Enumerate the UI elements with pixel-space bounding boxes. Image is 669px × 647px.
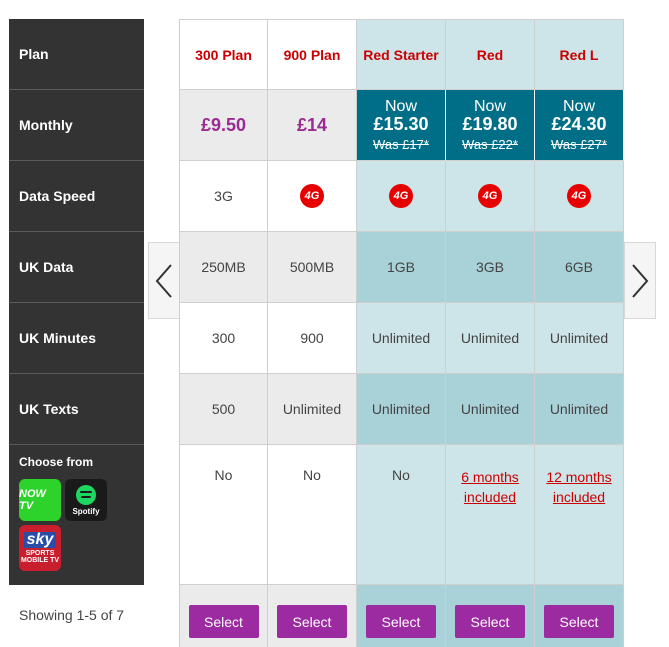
spotify-label: Spotify <box>72 506 100 516</box>
extras-line: included <box>552 489 606 506</box>
label-monthly: Monthly <box>9 90 144 161</box>
select-button[interactable]: Select <box>455 605 525 638</box>
plan-name: Red <box>476 46 504 63</box>
spotify-icon <box>76 484 96 505</box>
plan-name: 900 Plan <box>283 46 341 63</box>
was-price: Was £17* <box>373 137 429 153</box>
uk-data-cell: 1GB <box>357 232 446 303</box>
plan-name: Red Starter <box>363 46 439 63</box>
choose-from-text: Choose from <box>19 455 94 469</box>
extras-line: included <box>463 489 517 506</box>
select-button[interactable]: Select <box>277 605 347 638</box>
plan-name-cell: 900 Plan <box>268 19 357 90</box>
data-speed-cell: 4G <box>446 161 535 232</box>
label-plan: Plan <box>9 19 144 90</box>
extras-link[interactable]: 12 months included <box>546 467 611 508</box>
uk-minutes-cell: Unlimited <box>446 303 535 374</box>
spotify-logo: Spotify <box>65 479 107 521</box>
data-speed-cell: 4G <box>268 161 357 232</box>
extras-cell: No <box>268 445 357 585</box>
select-button[interactable]: Select <box>188 605 259 638</box>
now-label: Now <box>384 97 417 115</box>
app-logos: NOW TV Spotify sky SPORTS MOBILE TV <box>19 479 119 571</box>
uk-texts-cell: Unlimited <box>446 374 535 445</box>
now-tv-logo: NOW TV <box>19 479 61 521</box>
was-price: Was £22* <box>462 137 518 153</box>
uk-minutes-cell: Unlimited <box>535 303 624 374</box>
plan-name: Red L <box>559 46 599 63</box>
extras-cell: No <box>179 445 268 585</box>
data-speed-cell: 3G <box>179 161 268 232</box>
sky-sports-logo: sky SPORTS MOBILE TV <box>19 525 61 571</box>
select-cell: Select <box>446 585 535 647</box>
4g-badge-icon: 4G <box>300 184 324 208</box>
label-choose-from: Choose from NOW TV Spotify sky SPORTS MO… <box>9 445 144 585</box>
now-label: Now <box>562 97 595 115</box>
uk-data-cell: 3GB <box>446 232 535 303</box>
extras-cell: No <box>357 445 446 585</box>
data-speed-cell: 4G <box>535 161 624 232</box>
uk-data-cell: 250MB <box>179 232 268 303</box>
label-uk-minutes: UK Minutes <box>9 303 144 374</box>
extras-line: 6 months <box>461 469 519 485</box>
offer-price-cell: Now £19.80 Was £22* <box>446 90 535 161</box>
offer-price: £15.30 <box>373 114 429 135</box>
monthly-price: £9.50 <box>200 114 247 135</box>
4g-badge-icon: 4G <box>567 184 591 208</box>
uk-data-cell: 500MB <box>268 232 357 303</box>
uk-minutes-cell: 300 <box>179 303 268 374</box>
sky-sports-text: SPORTS <box>25 550 55 557</box>
plan-name-cell: Red <box>446 19 535 90</box>
select-button[interactable]: Select <box>544 605 614 638</box>
extras-line: 12 months <box>546 469 612 485</box>
uk-texts-cell: Unlimited <box>268 374 357 445</box>
next-arrow-button[interactable] <box>624 242 656 319</box>
offer-price: £19.80 <box>462 114 518 135</box>
uk-texts-cell: Unlimited <box>357 374 446 445</box>
extras-cell: 6 months included <box>446 445 535 585</box>
offer-price: £24.30 <box>551 114 607 135</box>
sky-mobile-text: MOBILE TV <box>20 557 60 564</box>
select-cell: Select <box>535 585 624 647</box>
was-price: Was £27* <box>551 137 607 153</box>
uk-minutes-cell: 900 <box>268 303 357 374</box>
sky-wordmark: sky <box>23 532 57 548</box>
data-speed-cell: 4G <box>357 161 446 232</box>
plan-name: 300 Plan <box>195 46 252 63</box>
offer-price-cell: Now £15.30 Was £17* <box>357 90 446 161</box>
prev-arrow-button[interactable] <box>148 242 180 319</box>
now-label: Now <box>473 97 506 115</box>
uk-texts-cell: 500 <box>179 374 268 445</box>
pagination-status: Showing 1-5 of 7 <box>19 607 125 623</box>
label-data-speed: Data Speed <box>9 161 144 232</box>
select-cell: Select <box>179 585 268 647</box>
price-cell: £14 <box>268 90 357 161</box>
uk-texts-cell: Unlimited <box>535 374 624 445</box>
monthly-price: £14 <box>296 114 328 135</box>
select-cell: Select <box>268 585 357 647</box>
label-uk-texts: UK Texts <box>9 374 144 445</box>
row-labels: Plan Monthly Data Speed UK Data UK Minut… <box>9 19 144 585</box>
plan-name-cell: Red L <box>535 19 624 90</box>
chevron-left-icon <box>155 263 172 298</box>
uk-minutes-cell: Unlimited <box>357 303 446 374</box>
select-button[interactable]: Select <box>366 605 436 638</box>
plans-comparison-table: 300 Plan 900 Plan Red Starter Red Red L … <box>179 19 624 647</box>
4g-badge-icon: 4G <box>389 184 413 208</box>
select-cell: Select <box>357 585 446 647</box>
offer-price-cell: Now £24.30 Was £27* <box>535 90 624 161</box>
plan-name-cell: 300 Plan <box>179 19 268 90</box>
uk-data-cell: 6GB <box>535 232 624 303</box>
price-cell: £9.50 <box>179 90 268 161</box>
chevron-right-icon <box>632 263 649 298</box>
extras-link[interactable]: 6 months included <box>461 467 519 508</box>
extras-cell: 12 months included <box>535 445 624 585</box>
label-uk-data: UK Data <box>9 232 144 303</box>
4g-badge-icon: 4G <box>478 184 502 208</box>
plan-name-cell: Red Starter <box>357 19 446 90</box>
